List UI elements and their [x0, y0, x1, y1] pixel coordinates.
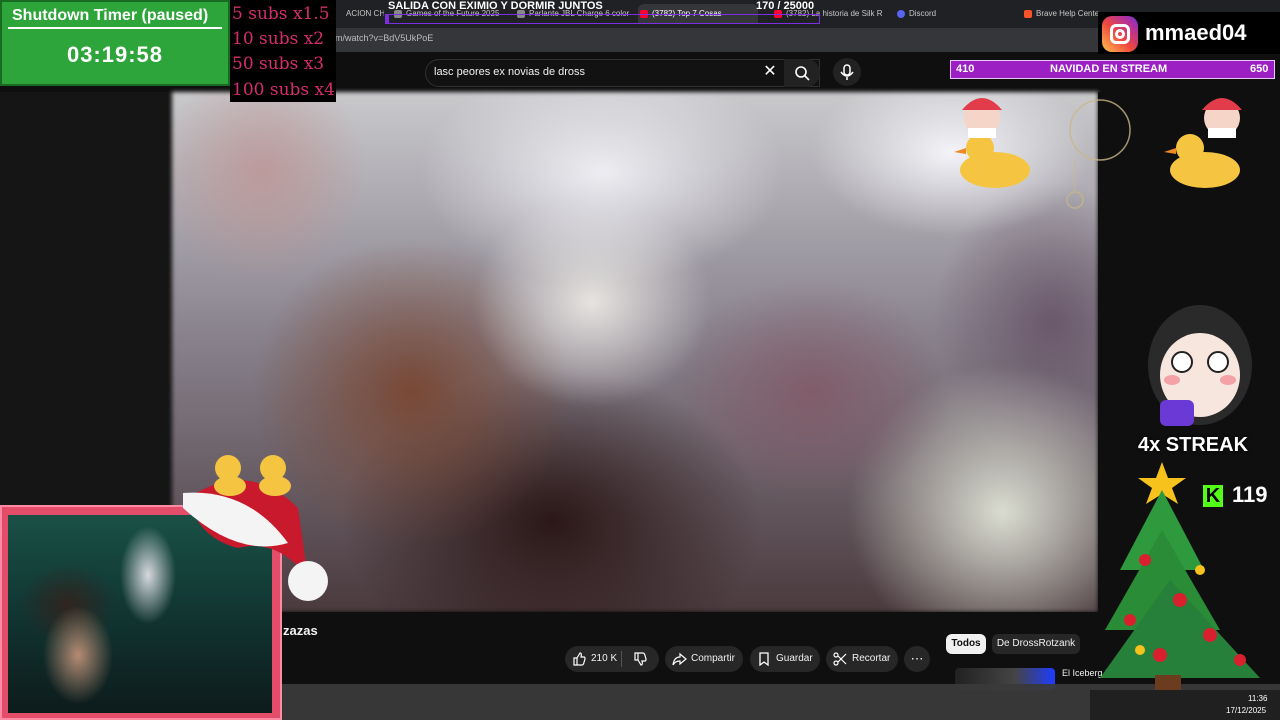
timer-divider	[8, 27, 222, 29]
like-divider	[621, 651, 622, 667]
goal-count: 170 / 25000	[756, 0, 815, 12]
santa-duck-right-icon	[1164, 98, 1242, 188]
thumbs-down-icon[interactable]	[632, 651, 648, 667]
clip-button[interactable]: Recortar	[826, 646, 898, 672]
search-query-text[interactable]: lasc peores ex novias de dross	[434, 66, 585, 78]
url-text[interactable]: om/watch?v=BdV5UkPoE	[330, 33, 433, 43]
microphone-icon	[840, 64, 854, 80]
clear-search-icon[interactable]: ✕	[762, 63, 778, 81]
share-label: Compartir	[691, 653, 735, 664]
search-button[interactable]	[784, 59, 820, 87]
share-button[interactable]: Compartir	[665, 646, 743, 672]
browser-tab[interactable]: ACION CH	[332, 4, 384, 24]
taskbar-date[interactable]: 17/12/2025	[1226, 706, 1266, 715]
subs-multiplier-line: 10 subs x2	[232, 29, 325, 49]
feliz-navidad-ornament-icon	[1066, 99, 1131, 209]
more-actions-button[interactable]: ⋯	[904, 646, 930, 672]
santa-duck-left-icon	[954, 98, 1030, 188]
more-horizontal-icon: ⋯	[910, 651, 924, 666]
video-title: zazas	[283, 623, 318, 638]
subs-multiplier-line: 50 subs x3	[232, 54, 325, 74]
christmas-tree-icon	[1100, 462, 1260, 690]
navidad-title: NAVIDAD EN STREAM	[1050, 63, 1168, 75]
bookmark-icon	[756, 651, 772, 667]
subs-multiplier-line: 100 subs x4	[232, 80, 335, 100]
goal-progress-fill	[386, 15, 389, 23]
like-count[interactable]: 210 K	[591, 646, 617, 672]
scissors-icon	[832, 651, 848, 667]
taskbar-time[interactable]: 11:36	[1248, 694, 1267, 703]
instagram-handle: mmaed04	[1145, 20, 1247, 45]
share-icon	[671, 651, 687, 667]
save-label: Guardar	[776, 653, 813, 664]
streak-avatar-sticker	[1148, 305, 1252, 426]
navidad-current: 410	[956, 63, 975, 75]
clip-label: Recortar	[852, 653, 891, 664]
santa-hat-ducks-icon	[183, 455, 328, 601]
search-icon	[795, 66, 810, 81]
goal-progress-bar	[385, 14, 820, 24]
subs-multiplier-line: 5 subs x1.5	[232, 4, 330, 24]
browser-tab[interactable]: Brave Help Center	[1022, 4, 1100, 24]
chip-dross-channel[interactable]: De DrossRotzank	[992, 634, 1080, 654]
tab-label: Discord	[909, 9, 937, 18]
like-dislike-group: 210 K	[565, 646, 659, 672]
tab-label: ACION CH	[346, 9, 384, 18]
instagram-icon-lens	[1115, 29, 1125, 39]
chip-all[interactable]: Todos	[946, 634, 986, 654]
timer-title: Shutdown Timer (paused)	[12, 7, 209, 24]
tab-label: Brave Help Center	[1036, 9, 1100, 18]
browser-tab[interactable]: Discord	[895, 4, 1005, 24]
timer-value: 03:19:58	[66, 42, 164, 67]
christmas-decorations	[954, 98, 1242, 209]
voice-search-button[interactable]	[833, 58, 861, 86]
discord-favicon-icon	[897, 10, 905, 18]
save-button[interactable]: Guardar	[750, 646, 820, 672]
navidad-target: 650	[1250, 63, 1269, 75]
goal-title: SALIDA CON EXIMIO Y DORMIR JUNTOS	[388, 0, 603, 12]
thumbs-up-icon[interactable]	[571, 651, 587, 667]
brave-favicon-icon	[1024, 10, 1032, 18]
